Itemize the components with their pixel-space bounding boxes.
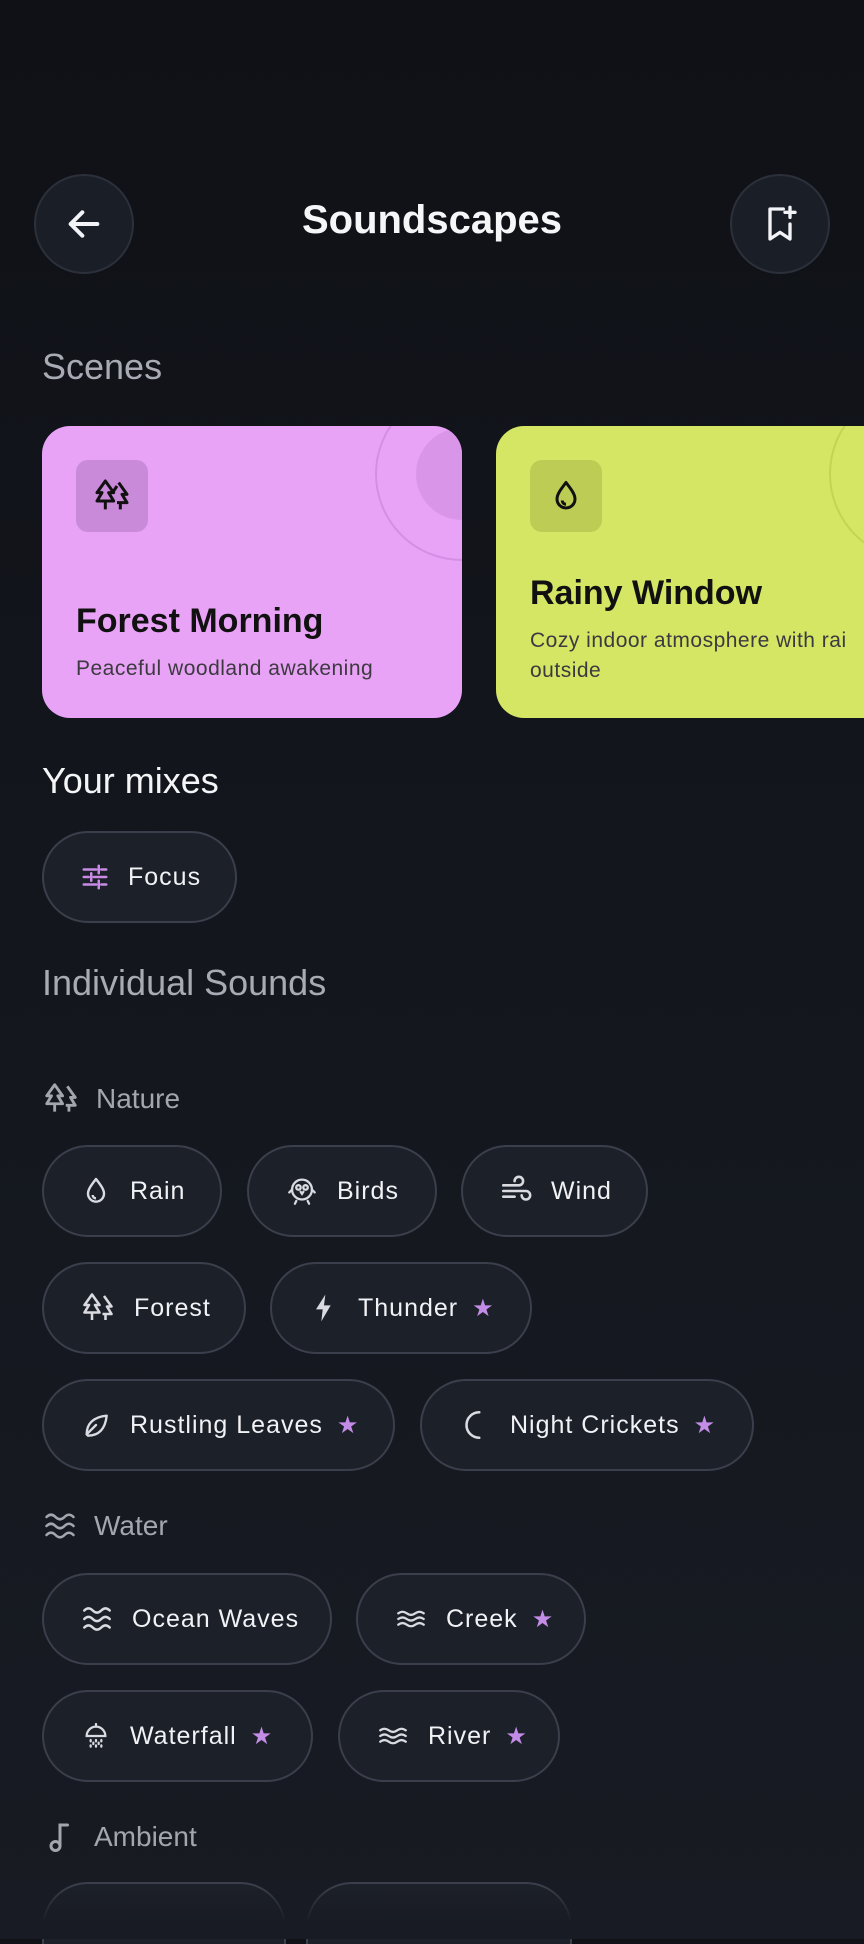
water-drop-icon [86, 1177, 106, 1203]
category-label: Nature [96, 1083, 181, 1114]
chip-label: Ocean Waves [132, 1604, 300, 1633]
water-drop-icon [555, 481, 577, 510]
chip-label: Forest [134, 1293, 211, 1322]
bird-icon [288, 1178, 316, 1205]
bookmark-add-icon [768, 205, 797, 241]
scene-subtitle-line: outside [530, 659, 602, 682]
sound-chip-ocean-waves[interactable]: Ocean Waves [42, 1573, 332, 1665]
sound-chip-birds[interactable]: Birds [247, 1145, 437, 1237]
wind-icon [501, 1175, 532, 1201]
forest-icon [45, 1083, 77, 1112]
waves-icon [379, 1727, 407, 1745]
scene-icon-box [76, 460, 148, 532]
scenes-heading: Scenes [42, 346, 163, 387]
sound-chip-waterfall[interactable]: Waterfall ★ [42, 1690, 313, 1782]
shower-icon [85, 1722, 107, 1748]
scene-card-forest-morning[interactable]: Forest Morning Peaceful woodland awakeni… [42, 426, 462, 718]
sound-chip-rain[interactable]: Rain [42, 1145, 222, 1237]
arrow-left-icon [68, 210, 100, 238]
page-title: Soundscapes [301, 198, 563, 242]
lightning-icon [316, 1294, 331, 1322]
chip-label: Focus [128, 862, 202, 891]
forest-icon [83, 1293, 113, 1320]
chip-label: Night Crickets [510, 1410, 680, 1439]
sounds-heading: Individual Sounds [42, 962, 327, 1003]
category-nature: Nature [42, 1080, 180, 1118]
bookmark-add-button[interactable] [730, 174, 830, 274]
sound-chip-thunder[interactable]: Thunder ★ [270, 1262, 532, 1354]
music-note-icon [49, 1823, 69, 1852]
leaf-icon [85, 1414, 108, 1437]
back-button[interactable] [34, 174, 134, 274]
mixes-heading: Your mixes [42, 760, 219, 801]
sound-chip-night-crickets[interactable]: Night Crickets ★ [420, 1379, 754, 1471]
category-label: Water [94, 1510, 168, 1541]
star-icon: ★ [505, 1722, 527, 1750]
star-icon: ★ [336, 1411, 359, 1439]
category-water: Water [42, 1508, 168, 1544]
star-icon: ★ [472, 1294, 494, 1322]
star-icon: ★ [531, 1605, 554, 1633]
chip-label: Rain [130, 1176, 186, 1205]
scene-card-rainy-window[interactable]: Rainy Window Cozy indoor atmosphere with… [496, 426, 864, 718]
chip-label: Wind [551, 1176, 612, 1205]
chip-label: Waterfall [130, 1721, 237, 1750]
scene-icon-box [530, 460, 602, 532]
chip-label: Rustling Leaves [130, 1410, 323, 1439]
sound-chip-rustling-leaves[interactable]: Rustling Leaves ★ [42, 1379, 395, 1471]
sound-chip-forest[interactable]: Forest [42, 1262, 246, 1354]
sound-chip-river[interactable]: River ★ [338, 1690, 560, 1782]
waves-icon [83, 1607, 111, 1631]
chip-label: Thunder [358, 1293, 459, 1322]
sound-chip-wind[interactable]: Wind [461, 1145, 648, 1237]
scene-subtitle-line: Cozy indoor atmosphere with rai [530, 629, 847, 652]
chip-label: Birds [337, 1176, 399, 1205]
waves-icon [45, 1513, 75, 1539]
mix-chip-focus[interactable]: Focus [42, 831, 237, 923]
star-icon: ★ [693, 1411, 716, 1439]
sliders-icon [82, 864, 108, 890]
forest-icon [95, 479, 129, 510]
chip-label: River [428, 1721, 492, 1750]
category-ambient: Ambient [42, 1819, 197, 1855]
scene-title: Forest Morning [76, 602, 324, 640]
scene-subtitle: Cozy indoor atmosphere with rai outside [530, 626, 847, 686]
chip-label: Creek [446, 1604, 518, 1633]
scene-subtitle: Peaceful woodland awakening [76, 657, 374, 680]
scene-title: Rainy Window [530, 574, 763, 612]
category-label: Ambient [94, 1821, 197, 1852]
moon-icon [465, 1410, 481, 1440]
star-icon: ★ [250, 1722, 273, 1750]
waves-icon [397, 1610, 425, 1628]
bottom-fade [0, 1885, 864, 1939]
sound-chip-creek[interactable]: Creek ★ [356, 1573, 586, 1665]
